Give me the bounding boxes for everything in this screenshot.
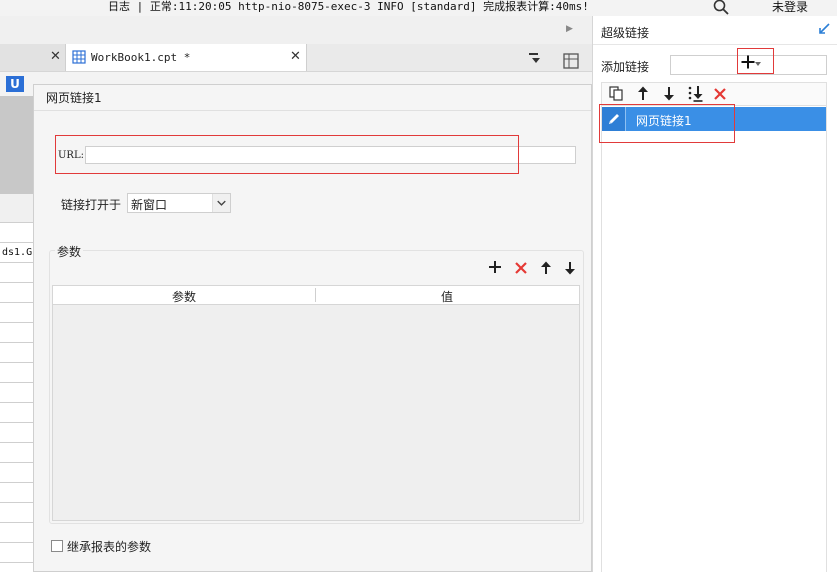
close-icon[interactable]: ✕ — [290, 49, 301, 64]
arrow-up-icon[interactable] — [540, 261, 552, 275]
panel-title: 超级链接 — [601, 26, 650, 40]
copy-icon[interactable] — [609, 86, 624, 101]
open-in-label: 链接打开于 — [61, 198, 122, 212]
arrow-up-icon[interactable] — [637, 86, 649, 101]
inherit-params-label[interactable]: 继承报表的参数 — [67, 538, 151, 555]
grid-line — [0, 282, 36, 283]
divider — [593, 44, 837, 45]
params-table[interactable] — [52, 285, 580, 521]
grid-line — [0, 542, 36, 543]
chevron-down-icon[interactable] — [212, 194, 230, 212]
grid-line — [0, 222, 36, 223]
grid-line — [0, 422, 36, 423]
inherit-params-checkbox[interactable] — [51, 540, 63, 552]
spreadsheet-grid[interactable] — [0, 222, 36, 572]
arrow-down-icon[interactable] — [564, 261, 576, 275]
list-item-highlight-box — [599, 104, 735, 143]
grid-line — [0, 442, 36, 443]
column-header-param[interactable]: 参数 — [53, 288, 315, 305]
tab-label: WorkBook1.cpt * — [91, 51, 191, 64]
delete-icon[interactable] — [514, 261, 528, 275]
divider — [34, 110, 591, 111]
status-log-text: 日志 | 正常:11:20:05 http-nio-8075-exec-3 IN… — [108, 0, 589, 13]
login-link[interactable]: 未登录 — [772, 0, 808, 14]
grid-line — [0, 322, 36, 323]
grid-line — [0, 482, 36, 483]
sheet-header-region — [0, 96, 36, 194]
caret-down-icon[interactable] — [755, 62, 761, 66]
grid-line — [0, 242, 36, 243]
cell-value[interactable]: ds1.G — [2, 247, 32, 258]
hyperlink-list — [601, 106, 827, 572]
move-bottom-icon[interactable] — [687, 85, 705, 102]
grid-line — [0, 302, 36, 303]
grid-icon[interactable] — [562, 52, 580, 70]
grid-line — [0, 362, 36, 363]
grid-line — [0, 382, 36, 383]
open-in-value: 新窗口 — [131, 198, 168, 212]
params-label: 参数 — [55, 243, 84, 260]
grid-icon — [72, 50, 86, 64]
plus-icon[interactable] — [741, 55, 755, 69]
grid-line — [0, 522, 36, 523]
expand-icon[interactable] — [818, 23, 830, 35]
grid-line — [0, 342, 36, 343]
column-header-value[interactable]: 值 — [316, 288, 578, 305]
plus-icon[interactable] — [488, 260, 502, 274]
dialog-title: 网页链接1 — [46, 91, 102, 105]
add-link-label: 添加链接 — [601, 60, 650, 74]
underline-button[interactable]: U — [6, 76, 24, 92]
grid-line — [0, 502, 36, 503]
grid-line — [0, 462, 36, 463]
grid-line — [0, 562, 36, 563]
grid-line — [0, 262, 36, 263]
close-icon[interactable]: ✕ — [50, 49, 61, 64]
delete-icon[interactable] — [713, 87, 727, 101]
arrow-down-icon[interactable] — [663, 86, 675, 101]
search-icon[interactable] — [712, 0, 730, 16]
collapse-arrow-icon[interactable]: ▶ — [566, 24, 573, 34]
tab-menu-icon[interactable] — [528, 51, 542, 65]
grid-line — [0, 402, 36, 403]
url-highlight-box — [55, 135, 519, 174]
